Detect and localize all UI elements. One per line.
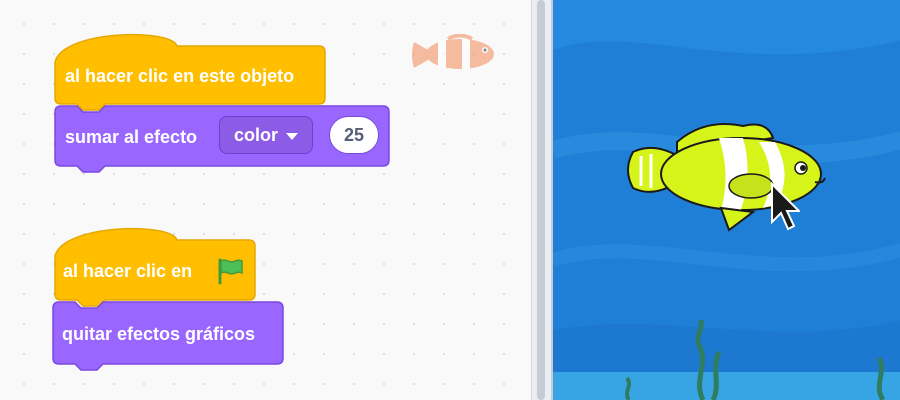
caret-down-icon: [286, 132, 299, 140]
hat-block-label: al hacer clic en: [63, 261, 193, 281]
effect-amount-input[interactable]: 25: [329, 116, 379, 154]
clownfish-sprite[interactable]: [623, 112, 833, 232]
clownfish-sprite-thumbnail: [408, 33, 500, 74]
effect-amount-value: 25: [343, 124, 365, 145]
effect-dropdown[interactable]: color: [219, 116, 314, 154]
mouse-pointer-icon: [770, 181, 802, 232]
command-block-label: sumar al efecto: [65, 127, 198, 147]
clear-graphic-effects-block[interactable]: quitar efectos gráficos: [51, 300, 286, 374]
effect-dropdown-value: color: [234, 124, 279, 145]
when-flag-clicked-block[interactable]: al hacer clic en: [53, 220, 258, 307]
command-block-label: quitar efectos gráficos: [62, 324, 256, 344]
change-effect-block[interactable]: sumar al efecto color 25: [53, 104, 393, 176]
when-this-sprite-clicked-block[interactable]: al hacer clic en este objeto: [53, 26, 328, 111]
green-flag-icon: [215, 257, 245, 285]
hat-block-label: al hacer clic en este objeto: [65, 66, 295, 86]
workspace-scrollbar-thumb[interactable]: [537, 0, 545, 400]
stage[interactable]: [551, 0, 900, 400]
code-workspace[interactable]: al hacer clic en este objeto sumar al ef…: [0, 0, 531, 400]
